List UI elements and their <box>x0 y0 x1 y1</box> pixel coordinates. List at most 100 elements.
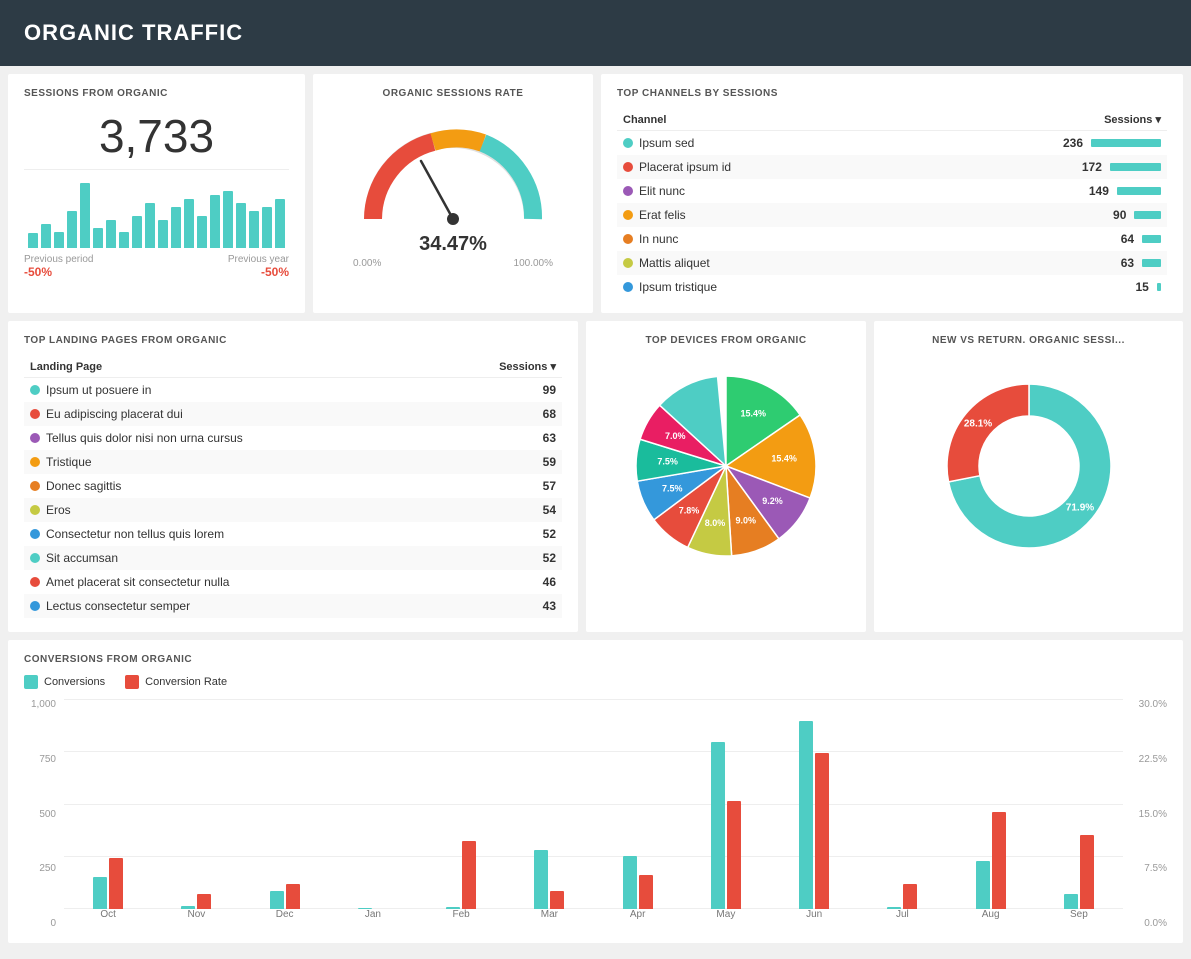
conversions-legend: Conversions Conversion Rate <box>24 675 1167 689</box>
month-group <box>241 884 329 909</box>
conv-bar <box>1064 894 1078 909</box>
channel-sessions-val: 172 <box>1082 160 1102 174</box>
svg-text:71.9%: 71.9% <box>1065 503 1093 514</box>
channel-name: Ipsum tristique <box>639 280 717 294</box>
rate-bar <box>903 884 917 909</box>
devices-card-title: TOP DEVICES FROM ORGANIC <box>645 335 806 346</box>
channel-sessions-val: 149 <box>1089 184 1109 198</box>
channel-name-cell: Ipsum sed <box>617 131 904 156</box>
channel-sessions-val: 63 <box>1121 256 1134 270</box>
channel-sessions-cell: 149 <box>904 179 1167 203</box>
y-label: 250 <box>24 863 60 874</box>
channel-mini-bar <box>1110 163 1161 171</box>
table-row: Consectetur non tellus quis lorem 52 <box>24 522 562 546</box>
sessions-from-organic-card: SESSIONS FROM ORGANIC 3,733 Previous per… <box>8 74 305 313</box>
organic-sessions-rate-card: ORGANIC SESSIONS RATE 34.47% <box>313 74 593 313</box>
table-row: Mattis aliquet 63 <box>617 251 1167 275</box>
landing-dot <box>30 385 40 395</box>
top-devices-card: TOP DEVICES FROM ORGANIC 15.4%15.4%9.2%9… <box>586 321 866 632</box>
landing-name-cell: Donec sagittis <box>24 474 436 498</box>
table-row: In nunc 64 <box>617 227 1167 251</box>
gauge-max: 100.00% <box>514 258 553 269</box>
conv-color-box <box>24 675 38 689</box>
channel-mini-bar <box>1157 283 1161 291</box>
svg-text:28.1%: 28.1% <box>963 419 991 430</box>
y-right-label: 0.0% <box>1127 918 1167 929</box>
conv-bar <box>93 877 107 909</box>
session-bar <box>54 232 64 248</box>
conv-bar <box>534 850 548 909</box>
landing-dot <box>30 577 40 587</box>
sessions-card-title: SESSIONS FROM ORGANIC <box>24 88 289 99</box>
rate-card-title: ORGANIC SESSIONS RATE <box>383 88 524 99</box>
channel-sessions-cell: 90 <box>904 203 1167 227</box>
new-vs-return-donut: 71.9% 28.1% <box>939 376 1119 556</box>
landing-table: Landing Page Sessions ▾ Ipsum ut posuere… <box>24 356 562 618</box>
rate-bar <box>286 884 300 909</box>
table-row: Placerat ipsum id 172 <box>617 155 1167 179</box>
session-bar <box>236 203 246 248</box>
month-group <box>505 850 593 909</box>
month-labels: OctNovDecJanFebMarAprMayJunJulAugSep <box>64 909 1123 929</box>
svg-text:8.0%: 8.0% <box>705 518 726 528</box>
channel-name-cell: Erat felis <box>617 203 904 227</box>
new-vs-return-card: NEW VS RETURN. ORGANIC SESSI... 71.9%28.… <box>874 321 1183 632</box>
session-bar <box>119 232 129 248</box>
session-bar <box>223 191 233 248</box>
month-group <box>417 841 505 909</box>
landing-sessions-cell: 46 <box>436 570 562 594</box>
channels-col2[interactable]: Sessions ▾ <box>904 109 1167 131</box>
y-label: 500 <box>24 809 60 820</box>
month-label: Jan <box>329 909 417 929</box>
session-bar <box>275 199 285 248</box>
landing-col2[interactable]: Sessions ▾ <box>436 356 562 378</box>
channels-table: Channel Sessions ▾ Ipsum sed 236 <box>617 109 1167 299</box>
rate-bar <box>550 891 564 909</box>
svg-text:15.4%: 15.4% <box>771 453 797 463</box>
rate-bar <box>462 841 476 909</box>
top-landing-pages-card: TOP LANDING PAGES FROM ORGANIC Landing P… <box>8 321 578 632</box>
channel-mini-bar <box>1142 259 1161 267</box>
month-label: Apr <box>594 909 682 929</box>
landing-name: Eros <box>46 503 71 517</box>
landing-name: Ipsum ut posuere in <box>46 383 151 397</box>
y-axis-left: 1,0007505002500 <box>24 699 60 929</box>
rate-bar <box>992 812 1006 909</box>
session-bar <box>145 203 155 248</box>
y-right-label: 30.0% <box>1127 699 1167 710</box>
session-bar <box>132 216 142 249</box>
y-right-label: 7.5% <box>1127 863 1167 874</box>
svg-text:7.5%: 7.5% <box>662 483 683 493</box>
channel-sessions-cell: 63 <box>904 251 1167 275</box>
landing-sessions-cell: 59 <box>436 450 562 474</box>
channel-sessions-cell: 64 <box>904 227 1167 251</box>
svg-text:7.8%: 7.8% <box>679 506 700 516</box>
landing-name: Donec sagittis <box>46 479 121 493</box>
month-label: Jun <box>770 909 858 929</box>
channel-name-cell: Elit nunc <box>617 179 904 203</box>
y-right-label: 15.0% <box>1127 809 1167 820</box>
sessions-value: 3,733 <box>24 109 289 163</box>
channel-name: In nunc <box>639 232 678 246</box>
page-header: ORGANIC TRAFFIC <box>0 0 1191 66</box>
table-row: Ipsum tristique 15 <box>617 275 1167 299</box>
month-group <box>152 894 240 909</box>
month-group <box>594 856 682 909</box>
channel-name-cell: Placerat ipsum id <box>617 155 904 179</box>
landing-name-cell: Amet placerat sit consectetur nulla <box>24 570 436 594</box>
y-label: 750 <box>24 754 60 765</box>
session-bar <box>28 233 38 248</box>
channel-sessions-val: 15 <box>1135 280 1148 294</box>
channel-name-cell: Mattis aliquet <box>617 251 904 275</box>
y-label: 1,000 <box>24 699 60 710</box>
landing-name-cell: Tristique <box>24 450 436 474</box>
landing-name: Consectetur non tellus quis lorem <box>46 527 224 541</box>
channel-mini-bar <box>1091 139 1161 147</box>
rate-legend-label: Conversion Rate <box>145 676 227 688</box>
month-group <box>770 721 858 909</box>
channel-name: Placerat ipsum id <box>639 160 731 174</box>
channel-sessions-cell: 172 <box>904 155 1167 179</box>
table-row: Lectus consectetur semper 43 <box>24 594 562 618</box>
channel-dot <box>623 258 633 268</box>
session-bar <box>184 199 194 248</box>
